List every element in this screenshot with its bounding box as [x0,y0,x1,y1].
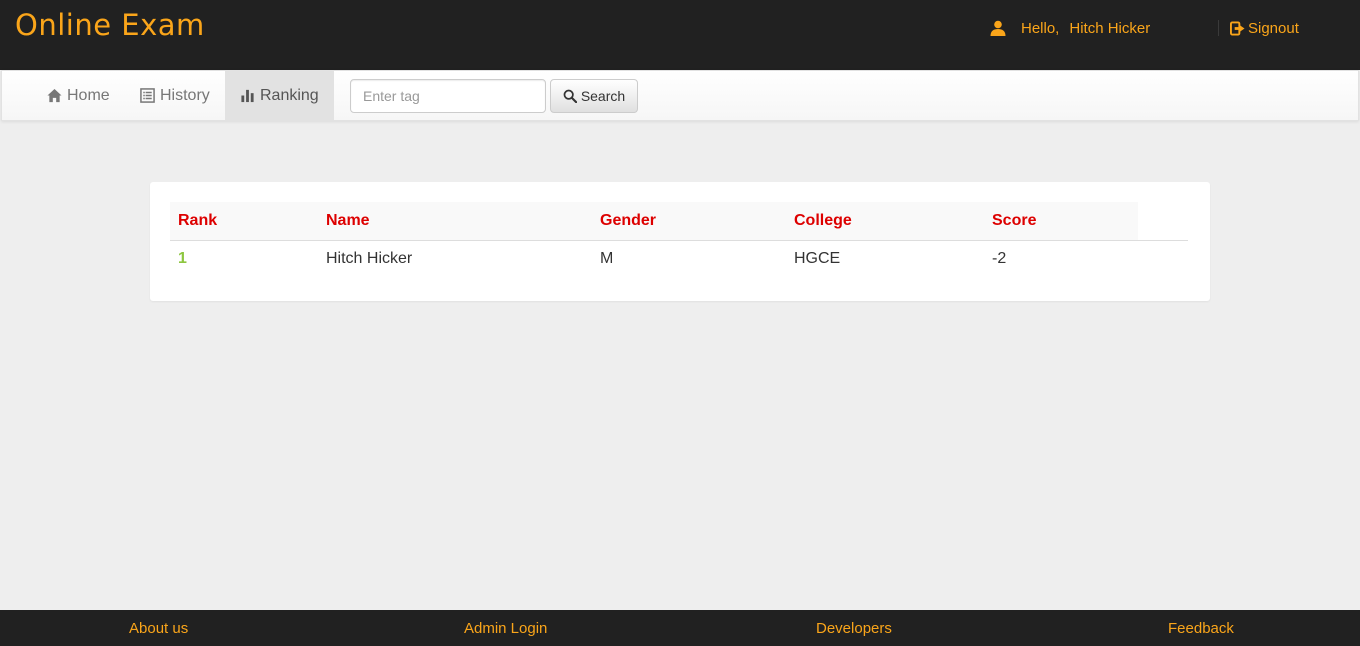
top-header: Online Exam Hello, Hitch Hicker Signout [0,0,1360,70]
signout-link[interactable]: Signout [1230,18,1299,38]
site-logo[interactable]: Online Exam [15,8,205,42]
nav-ranking[interactable]: Ranking [225,71,334,120]
log-out-icon [1230,20,1245,36]
greeting-label: Hello, [1021,19,1060,37]
nav-home-label: Home [67,86,110,104]
ranking-panel: Rank Name Gender College Score 1 Hitch H… [150,182,1210,301]
user-name-link[interactable]: Hitch Hicker [1069,20,1150,37]
list-icon [140,88,155,103]
home-icon [47,88,62,103]
gender-cell: M [600,250,614,268]
main-navbar: Home History Ranking Search [1,70,1359,121]
search-button[interactable]: Search [550,79,638,113]
column-header-college: College [786,202,984,241]
column-header-name: Name [318,202,592,241]
tag-search-input[interactable] [350,79,546,113]
nav-ranking-label: Ranking [260,86,319,104]
user-icon [990,20,1006,36]
column-header-rank: Rank [170,202,318,241]
page-footer: About us Admin Login Developers Feedback [0,610,1360,646]
spacer-cell [1138,240,1188,278]
search-button-label: Search [580,88,626,104]
footer-about-us-link[interactable]: About us [129,620,188,637]
rank-cell: 1 [178,250,187,268]
signout-label: Signout [1248,19,1299,37]
footer-developers-link[interactable]: Developers [816,620,892,637]
user-greeting: Hello, Hitch Hicker [990,18,1150,38]
bar-chart-icon [241,89,254,103]
nav-home[interactable]: Home [32,71,125,120]
column-header-spacer [1138,202,1188,241]
college-cell: HGCE [794,250,841,268]
name-cell: Hitch Hicker [326,250,413,268]
header-divider [1218,20,1219,36]
footer-admin-login-link[interactable]: Admin Login [464,620,547,637]
column-header-gender: Gender [592,202,786,241]
ranking-table: Rank Name Gender College Score 1 Hitch H… [170,202,1188,278]
table-header-row: Rank Name Gender College Score [170,202,1188,241]
footer-feedback-link[interactable]: Feedback [1168,620,1234,637]
search-icon [563,89,577,103]
nav-history-label: History [160,86,210,104]
column-header-score: Score [984,202,1138,241]
nav-history[interactable]: History [125,71,225,120]
table-row: 1 Hitch Hicker M HGCE -2 [170,240,1188,278]
score-cell: -2 [992,250,1007,268]
